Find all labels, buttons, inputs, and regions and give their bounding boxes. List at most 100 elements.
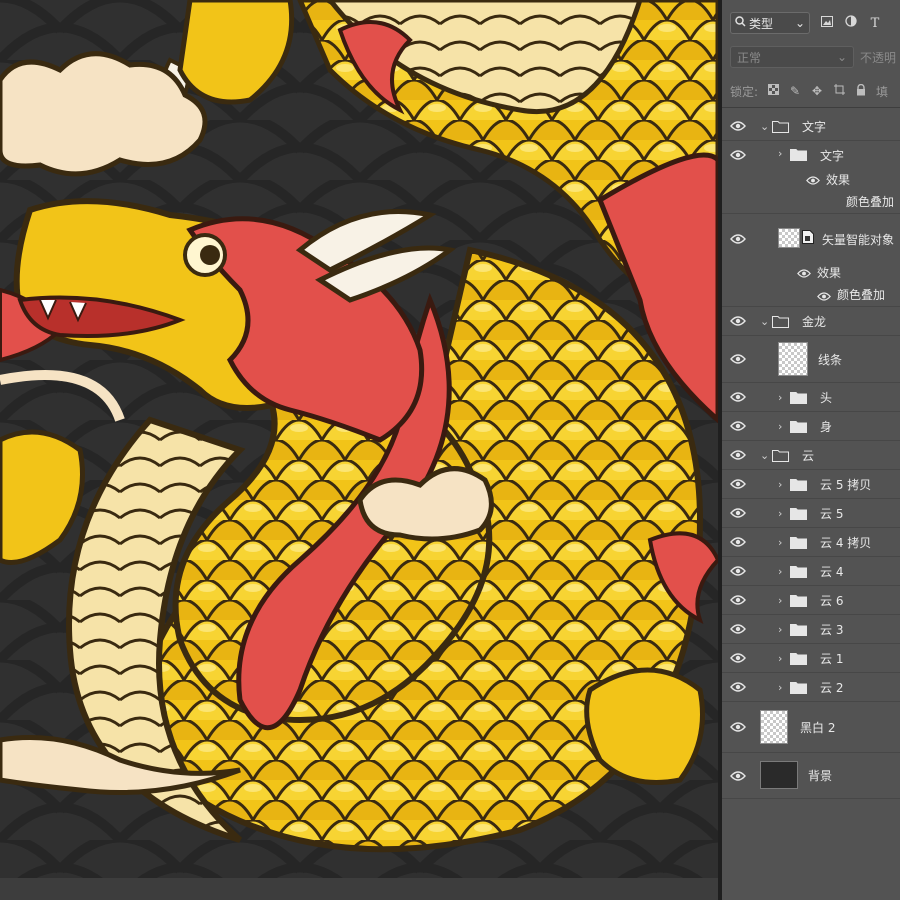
effect-color-overlay[interactable]: 颜色叠加 [837, 286, 885, 303]
eye-icon[interactable] [730, 565, 746, 577]
layer-row-text-subgroup[interactable]: › 文字 效果 颜色叠加 [722, 141, 900, 214]
eye-icon[interactable] [730, 594, 746, 606]
chevron-right-icon[interactable]: › [778, 420, 782, 433]
opacity-label[interactable]: 不透明 [860, 49, 896, 66]
document-canvas[interactable] [0, 0, 718, 900]
eye-icon[interactable] [730, 420, 746, 432]
eye-icon[interactable] [730, 315, 746, 327]
chevron-right-icon[interactable]: › [778, 507, 782, 520]
search-icon [735, 16, 746, 30]
effects-eye-icon[interactable] [797, 267, 813, 279]
layer-row-black-white-adjustment[interactable]: 黑白 2 [722, 702, 900, 753]
dragon-artwork [0, 0, 718, 878]
layer-row-cloud2[interactable]: › 云 2 [722, 673, 900, 702]
smart-object-icon [802, 230, 814, 247]
eye-icon[interactable] [730, 507, 746, 519]
chevron-down-icon[interactable]: ⌄ [760, 120, 769, 133]
chevron-right-icon[interactable]: › [778, 147, 782, 160]
lock-paint-icon[interactable]: ✎ [788, 84, 802, 98]
fill-label[interactable]: 填 [876, 83, 888, 100]
lock-move-icon[interactable]: ✥ [810, 84, 824, 98]
eye-icon[interactable] [730, 391, 746, 403]
chevron-right-icon[interactable]: › [778, 565, 782, 578]
canvas-status-strip [0, 878, 718, 900]
lock-pixels-icon[interactable] [766, 84, 780, 98]
layer-row-head-group[interactable]: › 头 [722, 383, 900, 412]
folder-icon [772, 315, 789, 331]
chevron-right-icon[interactable]: › [778, 536, 782, 549]
chevron-right-icon[interactable]: › [778, 652, 782, 665]
adjustment-filter-icon[interactable] [844, 15, 858, 31]
layer-row-smart-object[interactable]: 矢量智能对象 效果 颜色叠加 [722, 214, 900, 307]
eye-icon[interactable] [730, 770, 746, 782]
chevron-right-icon[interactable]: › [778, 391, 782, 404]
layer-thumbnail [778, 342, 808, 376]
eye-icon[interactable] [730, 478, 746, 490]
effect-color-overlay[interactable]: 颜色叠加 [846, 193, 894, 210]
folder-icon [790, 681, 807, 697]
chevron-right-icon[interactable]: › [778, 681, 782, 694]
chevron-right-icon[interactable]: › [778, 478, 782, 491]
layer-name: 云 5 [820, 506, 844, 521]
chevron-down-icon[interactable]: ⌄ [760, 315, 769, 328]
layer-name: 矢量智能对象 [822, 233, 895, 247]
effects-label: 效果 [826, 173, 851, 187]
chevron-right-icon[interactable]: › [778, 623, 782, 636]
eye-icon[interactable] [730, 149, 746, 161]
chevron-right-icon[interactable]: › [778, 594, 782, 607]
text-filter-icon[interactable]: T [868, 16, 882, 31]
folder-icon [790, 391, 807, 407]
layer-row-cloud5[interactable]: › 云 5 [722, 499, 900, 528]
folder-icon [790, 652, 807, 668]
lock-all-icon[interactable] [854, 83, 868, 99]
layer-name: 云 4 拷贝 [820, 535, 872, 550]
blend-mode-dropdown[interactable]: 正常 ⌄ [730, 46, 854, 68]
eye-icon[interactable] [730, 721, 746, 733]
layer-filter-label: 类型 [749, 16, 774, 31]
folder-icon [790, 478, 807, 494]
folder-icon [790, 623, 807, 639]
layer-row-cloud6[interactable]: › 云 6 [722, 586, 900, 615]
layer-filter-dropdown[interactable]: 类型 ⌄ [730, 12, 810, 34]
layer-name: 背景 [808, 769, 833, 783]
image-filter-icon[interactable] [820, 15, 834, 31]
layer-name: 头 [820, 390, 833, 405]
layer-row-cloud5-copy[interactable]: › 云 5 拷贝 [722, 470, 900, 499]
folder-icon [790, 536, 807, 552]
layer-row-lines[interactable]: 线条 [722, 336, 900, 383]
eye-icon[interactable] [730, 536, 746, 548]
layer-row-body-group[interactable]: › 身 [722, 412, 900, 441]
layers-panel: 类型 ⌄ T 正常 ⌄ 不透明 锁定: ✎ ✥ 填 ⌄ 文字 › 文字 效果 颜… [722, 0, 900, 900]
layer-row-background[interactable]: 背景 [722, 753, 900, 799]
eye-icon[interactable] [730, 623, 746, 635]
folder-icon [772, 120, 789, 136]
chevron-down-icon: ⌄ [794, 16, 805, 30]
layer-name: 云 6 [820, 593, 844, 608]
eye-icon[interactable] [730, 681, 746, 693]
layer-row-cloud3[interactable]: › 云 3 [722, 615, 900, 644]
layer-row-cloud-group[interactable]: ⌄ 云 [722, 441, 900, 470]
layer-row-cloud4[interactable]: › 云 4 [722, 557, 900, 586]
layer-row-cloud1[interactable]: › 云 1 [722, 644, 900, 673]
lock-artboard-icon[interactable] [832, 84, 846, 98]
eye-icon[interactable] [730, 652, 746, 664]
layer-thumbnail [778, 228, 800, 248]
effects-label: 效果 [817, 266, 842, 280]
layer-row-text-group[interactable]: ⌄ 文字 [722, 112, 900, 141]
chevron-down-icon[interactable]: ⌄ [760, 449, 769, 462]
eye-icon[interactable] [730, 449, 746, 461]
layer-row-golden-dragon-group[interactable]: ⌄ 金龙 [722, 307, 900, 336]
lock-label: 锁定: [730, 84, 759, 99]
eye-icon[interactable] [730, 353, 746, 365]
eye-icon[interactable] [730, 233, 746, 245]
eye-icon[interactable] [730, 120, 746, 132]
layer-name: 文字 [802, 119, 827, 134]
folder-icon [790, 565, 807, 581]
layer-name: 身 [820, 419, 833, 434]
effects-eye-icon[interactable] [817, 290, 833, 302]
layer-name: 云 4 [820, 564, 844, 579]
layer-name: 云 5 拷贝 [820, 477, 872, 492]
effects-eye-icon[interactable] [806, 174, 822, 186]
layer-row-cloud4-copy[interactable]: › 云 4 拷贝 [722, 528, 900, 557]
layer-filter-row: 类型 ⌄ T [722, 8, 900, 38]
